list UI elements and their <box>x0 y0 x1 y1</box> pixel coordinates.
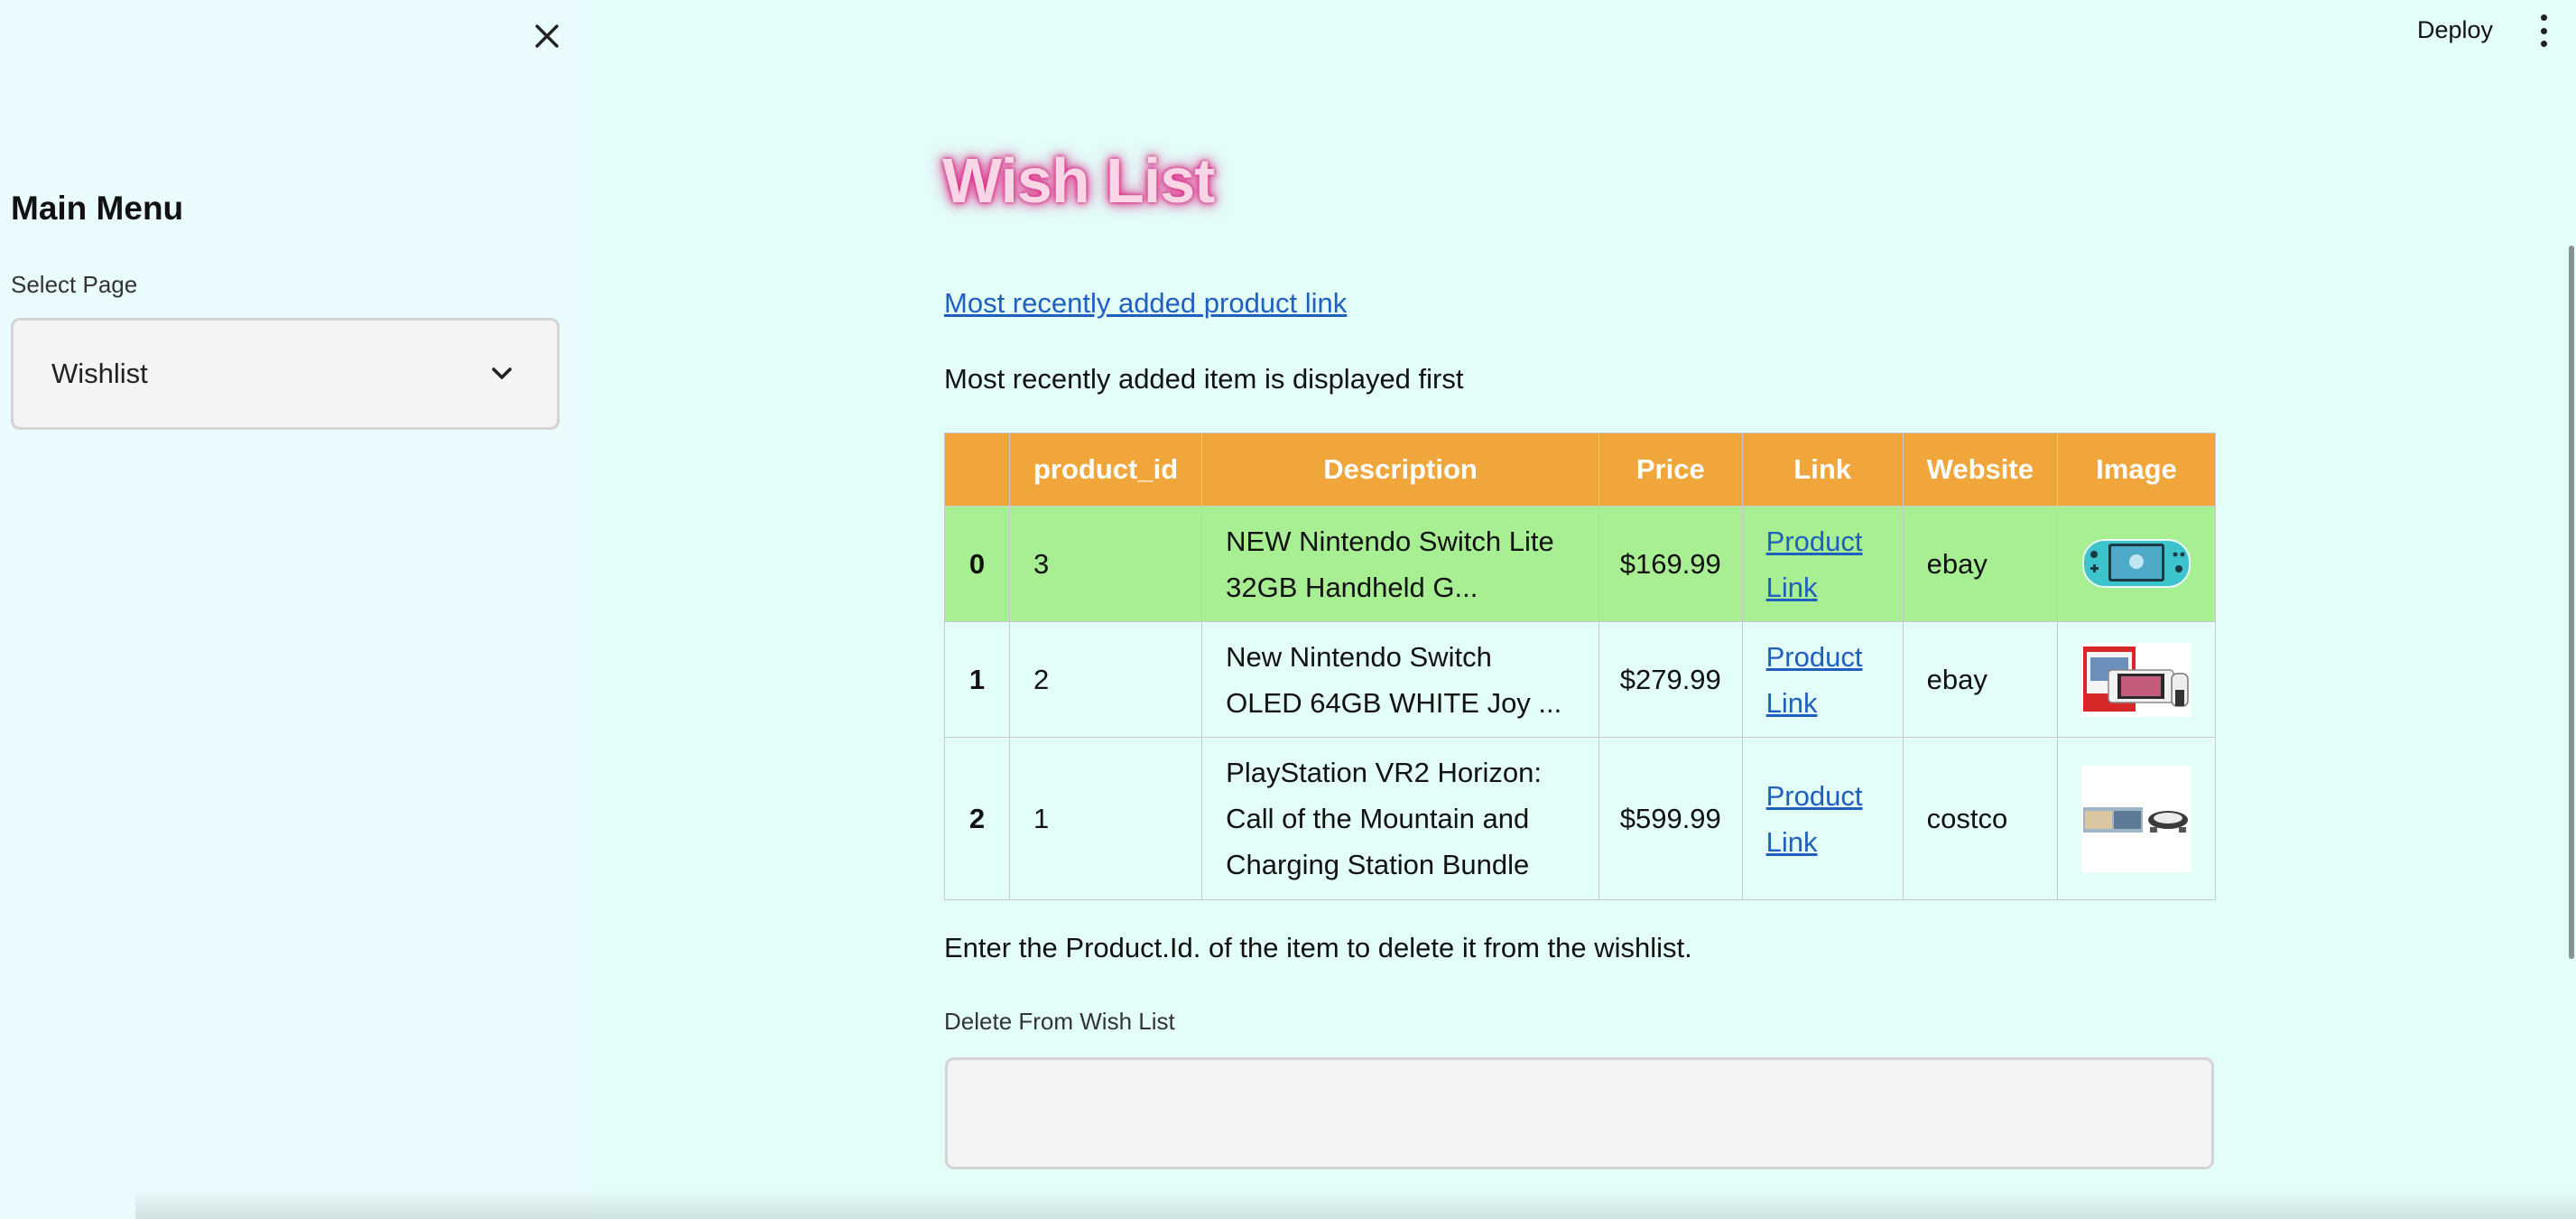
website-cell: ebay <box>1902 621 2058 738</box>
recent-product-link[interactable]: Most recently added product link <box>944 287 1347 320</box>
product-link[interactable]: Product Link <box>1766 780 1863 858</box>
column-header-price[interactable]: Price <box>1598 433 1743 507</box>
bottom-fade <box>135 1190 2576 1219</box>
image-cell <box>2056 621 2217 738</box>
link-cell: Product Link <box>1741 621 1904 738</box>
product-id-cell: 2 <box>1008 621 1203 738</box>
table-header-row: product_id Description Price Link Websit… <box>944 433 2217 507</box>
close-sidebar-button[interactable] <box>529 18 565 54</box>
price-cell: $599.99 <box>1598 737 1743 900</box>
price-cell: $169.99 <box>1598 506 1743 622</box>
product-id-cell: 3 <box>1008 506 1203 622</box>
table-row: 2 1 PlayStation VR2 Horizon: Call of the… <box>944 737 2217 900</box>
image-cell <box>2056 737 2217 900</box>
kebab-dot-icon <box>2540 41 2547 47</box>
main-scrollbar[interactable] <box>2569 246 2574 959</box>
row-index: 2 <box>944 737 1010 900</box>
description-cell: New Nintendo Switch OLED 64GB WHITE Joy … <box>1201 621 1599 738</box>
kebab-dot-icon <box>2540 27 2547 34</box>
website-cell: ebay <box>1902 506 2058 622</box>
product-id-cell: 1 <box>1008 737 1203 900</box>
table-row: 0 3 NEW Nintendo Switch Lite 32GB Handhe… <box>944 506 2217 622</box>
description-cell: NEW Nintendo Switch Lite 32GB Handheld G… <box>1201 506 1599 622</box>
sidebar-title: Main Menu <box>11 190 184 227</box>
link-cell: Product Link <box>1741 737 1904 900</box>
main-menu-button[interactable] <box>2533 14 2554 47</box>
column-header-product-id[interactable]: product_id <box>1008 433 1203 507</box>
product-link[interactable]: Product Link <box>1766 526 1863 603</box>
page-select-value: Wishlist <box>51 358 148 389</box>
table-row: 1 2 New Nintendo Switch OLED 64GB WHITE … <box>944 621 2217 738</box>
switch-oled-image <box>2080 642 2191 717</box>
switch-lite-image <box>2081 538 2191 588</box>
price-cell: $279.99 <box>1598 621 1743 738</box>
wishlist-table: product_id Description Price Link Websit… <box>944 433 2217 900</box>
close-icon <box>535 24 559 48</box>
page-title: Wish List <box>942 145 1215 216</box>
row-index: 1 <box>944 621 1010 738</box>
product-link[interactable]: Product Link <box>1766 641 1863 719</box>
column-header-image[interactable]: Image <box>2056 433 2217 507</box>
chevron-down-icon <box>492 368 512 379</box>
delete-product-input[interactable] <box>945 1057 2214 1169</box>
deploy-button[interactable]: Deploy <box>2417 16 2493 44</box>
column-header-link[interactable]: Link <box>1741 433 1904 507</box>
image-cell <box>2056 506 2217 622</box>
column-header-index[interactable] <box>944 433 1010 507</box>
select-page-label: Select Page <box>11 271 138 298</box>
order-note: Most recently added item is displayed fi… <box>944 363 1464 395</box>
delete-input-label: Delete From Wish List <box>944 1008 1175 1035</box>
kebab-dot-icon <box>2540 14 2547 21</box>
delete-instruction: Enter the Product.Id. of the item to del… <box>944 932 1692 963</box>
sidebar: Main Menu Select Page Wishlist <box>0 0 588 1219</box>
link-cell: Product Link <box>1741 506 1904 622</box>
website-cell: costco <box>1902 737 2058 900</box>
page-select[interactable]: Wishlist <box>11 318 560 430</box>
column-header-description[interactable]: Description <box>1201 433 1599 507</box>
row-index: 0 <box>944 506 1010 622</box>
column-header-website[interactable]: Website <box>1902 433 2058 507</box>
description-cell: PlayStation VR2 Horizon: Call of the Mou… <box>1201 737 1599 900</box>
psvr2-bundle-image <box>2080 765 2191 872</box>
